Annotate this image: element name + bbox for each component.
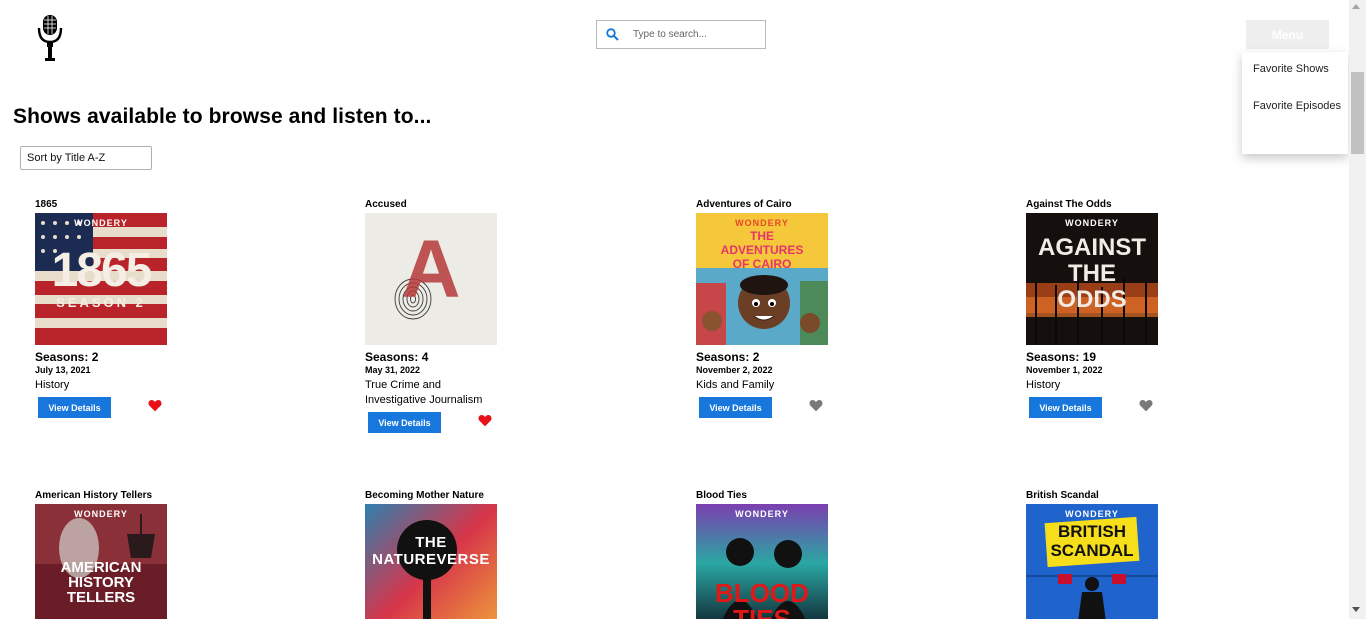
menu-item-favorite-episodes[interactable]: Favorite Episodes: [1253, 99, 1343, 114]
show-genre: History: [1026, 379, 1061, 391]
show-title: Blood Ties: [696, 490, 747, 501]
show-card: Adventures of Cairo WONDERY THE ADVENTUR…: [696, 198, 996, 419]
show-cover-image[interactable]: A: [365, 213, 497, 345]
show-card: British Scandal WONDERY BRITISH SCANDAL: [1026, 489, 1326, 619]
cover-title: AGAINST THE ODDS: [1038, 234, 1146, 313]
show-card: 1865 WONDERY 1865 SEASON 2 Seasons: 2 Ju…: [35, 198, 335, 419]
sort-select[interactable]: Sort by Title A-Z: [20, 146, 152, 170]
search-input[interactable]: [633, 29, 761, 40]
cover-title: THE ADVENTURES OF CAIRO: [720, 229, 804, 271]
show-title: Becoming Mother Nature: [365, 490, 484, 501]
heart-icon[interactable]: [478, 414, 492, 427]
view-details-button[interactable]: View Details: [1029, 397, 1102, 418]
heart-icon[interactable]: [809, 399, 823, 412]
show-title: Adventures of Cairo: [696, 199, 792, 210]
menu-button[interactable]: Menu: [1246, 20, 1329, 49]
show-card: Against The Odds WONDERY AGAINST THE ODD…: [1026, 198, 1326, 419]
view-details-button[interactable]: View Details: [38, 397, 111, 418]
cover-brand: WONDERY: [1065, 509, 1119, 519]
show-seasons: Seasons: 2: [35, 350, 99, 364]
scroll-down-arrow-icon[interactable]: [1352, 607, 1360, 612]
show-title: 1865: [35, 199, 58, 210]
show-cover-image[interactable]: WONDERY 1865 SEASON 2: [35, 213, 167, 345]
show-title: Accused: [365, 199, 407, 210]
show-cover-image[interactable]: WONDERY AGAINST THE ODDS: [1026, 213, 1158, 345]
show-cover-image[interactable]: THE NATUREVERSE: [365, 504, 497, 619]
heart-icon[interactable]: [148, 399, 162, 412]
cover-title: 1865: [51, 244, 153, 297]
show-title: American History Tellers: [35, 490, 153, 501]
cover-title: BLOOD TIES: [715, 578, 809, 619]
show-cover-image[interactable]: WONDERY THE ADVENTURES OF CAIRO: [696, 213, 828, 345]
show-title: Against The Odds: [1026, 199, 1112, 210]
scroll-up-arrow-icon[interactable]: [1352, 4, 1360, 9]
show-genre: Kids and Family: [696, 379, 775, 391]
show-updated-date: July 13, 2021: [35, 365, 91, 375]
cover-title: AMERICAN HISTORY TELLERS: [60, 559, 142, 606]
show-cover-image[interactable]: WONDERY BLOOD TIES: [696, 504, 828, 619]
cover-brand: WONDERY: [74, 218, 128, 228]
show-seasons: Seasons: 2: [696, 350, 760, 364]
show-seasons: Seasons: 4: [365, 350, 429, 364]
show-card: Becoming Mother Nature THE NATUREVERSE: [365, 489, 665, 619]
show-card: Blood Ties WONDERY BLOOD TIES: [696, 489, 996, 619]
scrollbar-thumb[interactable]: [1351, 72, 1364, 154]
view-details-button[interactable]: View Details: [699, 397, 772, 418]
show-cover-image[interactable]: WONDERY BRITISH SCANDAL: [1026, 504, 1158, 619]
menu-item-favorite-shows[interactable]: Favorite Shows: [1253, 62, 1343, 77]
heart-icon[interactable]: [1139, 399, 1153, 412]
show-genre: True Crime and Investigative Journalism: [365, 379, 483, 406]
microphone-icon[interactable]: [34, 14, 64, 62]
show-cover-image[interactable]: WONDERY AMERICAN HISTORY TELLERS: [35, 504, 167, 619]
menu-dropdown: Favorite Shows Favorite Episodes: [1242, 52, 1348, 154]
show-updated-date: November 2, 2022: [696, 365, 773, 375]
search-bar[interactable]: [596, 20, 766, 49]
cover-title: THE NATUREVERSE: [372, 534, 490, 568]
cover-brand: WONDERY: [1065, 218, 1119, 228]
search-icon[interactable]: [597, 21, 627, 48]
show-card: American History Tellers WONDERY AMERICA…: [35, 489, 335, 619]
show-genre: History: [35, 379, 70, 391]
show-updated-date: November 1, 2022: [1026, 365, 1103, 375]
cover-brand: WONDERY: [735, 509, 789, 519]
show-title: British Scandal: [1026, 490, 1099, 501]
cover-subtitle: SEASON 2: [56, 295, 146, 310]
show-seasons: Seasons: 19: [1026, 350, 1097, 364]
cover-brand: WONDERY: [74, 509, 128, 519]
cover-title: BRITISH SCANDAL: [1050, 522, 1134, 560]
show-card: Accused A Seasons: 4 May 31, 2022 True C…: [365, 198, 665, 434]
show-updated-date: May 31, 2022: [365, 365, 421, 375]
cover-brand: WONDERY: [735, 218, 789, 228]
view-details-button[interactable]: View Details: [368, 412, 441, 433]
page-title: Shows available to browse and listen to.…: [13, 105, 432, 128]
cover-title: A: [401, 224, 461, 315]
